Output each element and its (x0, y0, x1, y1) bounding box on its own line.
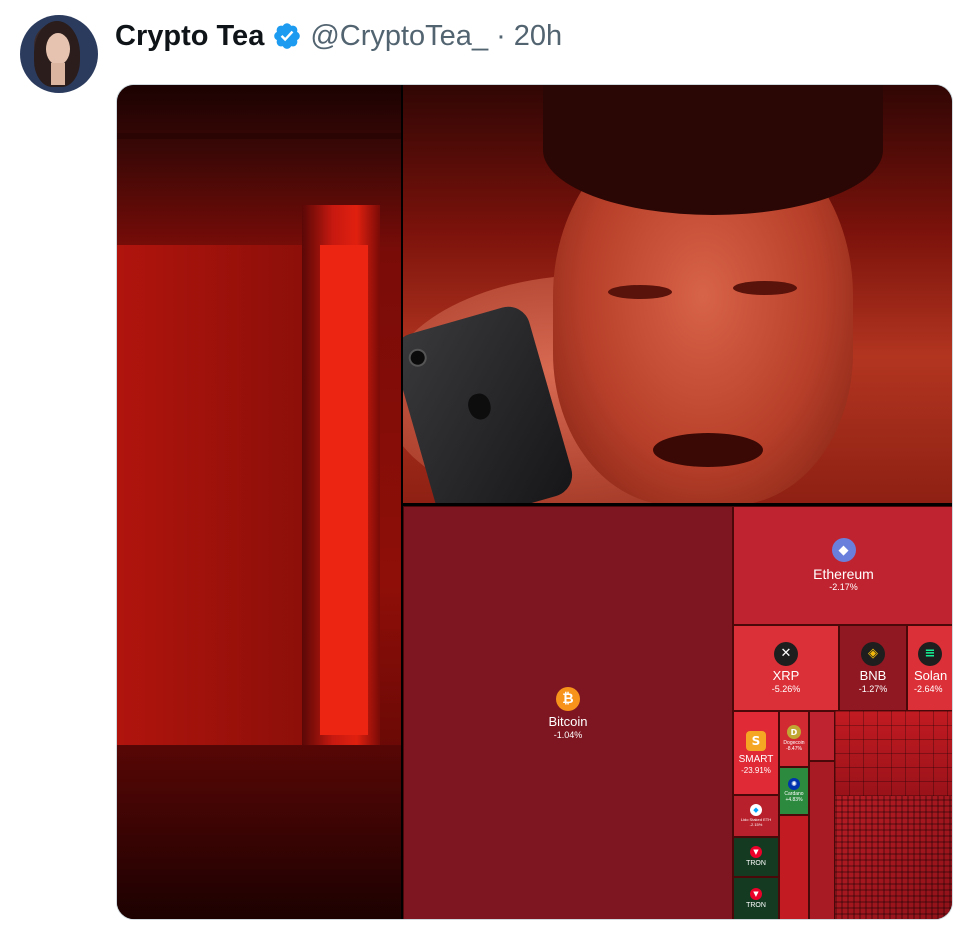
tile-bnb-change: -1.27% (858, 683, 888, 694)
man-in-bed-photo (403, 85, 952, 503)
ethereum-icon: ◆ (831, 538, 856, 563)
tile-bnb: ◈ BNB -1.27% (839, 625, 907, 711)
xrp-icon: ✕ (774, 641, 798, 666)
tiny-coins-mosaic (835, 796, 952, 919)
tile-bitcoin-change: -1.04% (553, 729, 583, 740)
bitcoin-icon: ₿ (556, 686, 580, 711)
tile-dogecoin-change: -8.47% (786, 746, 802, 752)
tile-lido-change: -2.15% (749, 822, 763, 827)
tile-smart: S SMART -23.91% (733, 711, 779, 795)
red-wall (117, 245, 302, 745)
profile-avatar[interactable] (20, 15, 98, 93)
dark-floor (117, 745, 401, 919)
tweet-media[interactable]: ₿ Bitcoin -1.04% ◆ Ethereum -2.17% ✕ XRP… (116, 84, 953, 920)
avatar-face (46, 33, 70, 65)
tile-bitcoin: ₿ Bitcoin -1.04% (403, 506, 733, 919)
avatar-neck (51, 63, 65, 85)
tile-cardano-change: +4.83% (785, 797, 803, 803)
tiny-coins-grid (835, 711, 952, 796)
open-doorway (320, 245, 368, 735)
tile-xrp-change: -5.26% (771, 683, 801, 694)
phone-camera (406, 346, 429, 369)
display-name[interactable]: Crypto Tea (115, 20, 264, 53)
tweet-header: Crypto Tea @CryptoTea_ · 20h (0, 0, 966, 93)
user-handle[interactable]: @CryptoTea_ (310, 20, 488, 53)
left-eye (608, 285, 672, 299)
tile-smart-name: SMART (738, 754, 774, 766)
tile-lido: ◆ Lido Staked ETH -2.15% (733, 795, 779, 837)
tile-smart-change: -23.91% (741, 765, 771, 775)
tile-ethereum-name: Ethereum (813, 566, 874, 583)
tile-ethereum-change: -2.17% (829, 582, 858, 593)
smart-icon: S (746, 731, 766, 752)
mouth (653, 433, 763, 467)
tile-small-coins-c (809, 761, 835, 919)
tile-xrp: ✕ XRP -5.26% (733, 625, 839, 711)
tile-xrp-name: XRP (772, 667, 800, 683)
tile-tron-2: ▼ TRON (733, 877, 779, 919)
tile-small-coins-a (779, 815, 809, 919)
tweet-timestamp[interactable]: 20h (514, 20, 562, 53)
cardano-icon: ✺ (788, 778, 800, 791)
tron-icon: ▼ (750, 887, 762, 900)
dogecoin-icon: D (787, 725, 801, 740)
tile-bitcoin-name: Bitcoin (548, 713, 588, 729)
tile-solana-name: Solan (914, 667, 948, 683)
tile-tron-1: ▼ TRON (733, 837, 779, 877)
tile-ethereum: ◆ Ethereum -2.17% (733, 506, 952, 625)
apple-logo-icon (465, 391, 494, 423)
crypto-heatmap: ₿ Bitcoin -1.04% ◆ Ethereum -2.17% ✕ XRP… (403, 506, 952, 919)
tile-solana-change: -2.64% (914, 683, 943, 694)
solana-icon: ≡ (918, 641, 942, 666)
lido-icon: ◆ (750, 804, 762, 817)
tile-cardano: ✺ Cardano +4.83% (779, 767, 809, 815)
red-doorway-photo (117, 85, 401, 919)
tile-tron-2-name: TRON (746, 901, 766, 909)
ceiling-shadow (117, 133, 401, 139)
name-row: Crypto Tea @CryptoTea_ · 20h (115, 14, 562, 58)
right-eye (733, 281, 797, 295)
tile-dogecoin: D Dogecoin -8.47% (779, 711, 809, 767)
tile-solana: ≡ Solan -2.64% (907, 625, 952, 711)
tile-small-coins-b (809, 711, 835, 761)
tile-tron-1-name: TRON (746, 859, 766, 867)
man-hair (543, 85, 883, 215)
tron-icon: ▼ (750, 845, 762, 858)
verified-badge-icon (274, 23, 301, 49)
bnb-icon: ◈ (861, 641, 885, 666)
separator-dot: · (496, 19, 506, 52)
tile-bnb-name: BNB (859, 667, 887, 683)
